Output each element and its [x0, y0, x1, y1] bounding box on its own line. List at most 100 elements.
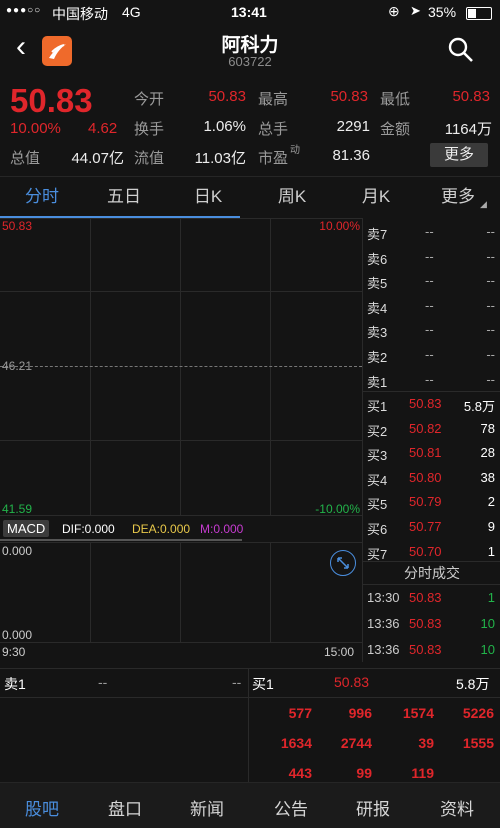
buy-level-label: 买2: [367, 423, 388, 439]
amount-label: 金额: [380, 121, 411, 138]
sell-level-label: 卖1: [367, 374, 388, 390]
buy-row[interactable]: 买7 50.70 1: [363, 540, 500, 564]
tick-volume: 1: [487, 590, 495, 605]
queue-volume: 119: [411, 765, 434, 781]
change-percent: 10.00%: [10, 120, 61, 137]
buy-price: 50.70: [409, 543, 442, 559]
clock: 13:41: [231, 4, 267, 20]
tab-five-day[interactable]: 五日: [82, 177, 166, 217]
sell-row[interactable]: 卖2 -- --: [363, 343, 500, 367]
queue-volume: 39: [418, 735, 434, 751]
dea-value: DEA:0.000: [132, 522, 191, 536]
pct-top-label: 10.00%: [319, 219, 360, 233]
tick-row: 13:30 50.83 1: [363, 586, 500, 610]
tick-row: 13:36 50.83 10: [363, 612, 500, 636]
l2-buy1-price: 50.83: [334, 674, 370, 690]
tab-profile[interactable]: 资料: [422, 795, 492, 820]
tick-price: 50.83: [409, 616, 442, 631]
last-price: 50.83: [10, 82, 93, 119]
macd-bottom-label: 0.000: [2, 628, 33, 642]
quote-panel: 50.83 10.00% 4.62 今开 50.83 最高 50.83 最低 5…: [0, 78, 500, 170]
sell-volume: --: [486, 297, 495, 313]
change-amount: 4.62: [88, 120, 118, 137]
search-icon[interactable]: [447, 36, 475, 69]
sell-row[interactable]: 卖7 -- --: [363, 220, 500, 244]
buy-level-label: 买1: [367, 399, 388, 414]
buy-level-label: 买5: [367, 497, 388, 513]
sell-row[interactable]: 卖3 -- --: [363, 318, 500, 342]
tab-weekly-k[interactable]: 周K: [250, 177, 334, 217]
volume-label: 总手: [258, 121, 289, 138]
tab-more[interactable]: 更多: [416, 177, 500, 217]
bottom-tab-bar: 股吧 盘口 新闻 公告 研报 资料: [0, 782, 500, 828]
macd-chart[interactable]: 0.000 0.000: [0, 542, 362, 644]
turnover-label: 换手: [134, 121, 165, 138]
buy-volume: 38: [480, 469, 495, 485]
sell-row[interactable]: 卖6 -- --: [363, 245, 500, 269]
tab-announcements[interactable]: 公告: [256, 795, 326, 820]
buy-price: 50.79: [409, 494, 442, 510]
y-bottom-label: 41.59: [2, 502, 33, 516]
l2-buy1-label: 买1: [252, 676, 274, 692]
buy-row[interactable]: 买6 50.77 9: [363, 515, 500, 539]
macd-underline: [0, 539, 242, 541]
queue-volume: 443: [288, 765, 312, 781]
sell-price: --: [425, 371, 434, 387]
tab-monthly-k[interactable]: 月K: [334, 177, 418, 217]
sell-row[interactable]: 卖5 -- --: [363, 269, 500, 293]
buy-row[interactable]: 买1 50.83 5.8万: [363, 392, 500, 416]
prev-close-line: [0, 366, 362, 367]
buy-volume: 28: [480, 445, 495, 461]
battery-icon: [466, 7, 492, 20]
buy-volume: 9: [487, 519, 495, 534]
more-button[interactable]: 更多: [430, 143, 488, 167]
ticks-title: 分时成交: [404, 565, 460, 581]
intraday-chart[interactable]: 50.83 46.21 41.59 10.00% -10.00%: [0, 218, 362, 516]
stock-code: 603722: [228, 54, 272, 69]
order-book: 卖7 -- -- 卖6 -- -- 卖5 -- -- 卖4 -- -- 卖3 -…: [362, 218, 500, 662]
buy-level-label: 买3: [367, 448, 388, 464]
sell-volume: --: [486, 248, 495, 264]
tab-forum[interactable]: 股吧: [7, 795, 77, 820]
sell-level-label: 卖4: [367, 300, 388, 316]
queue-volume: 577: [288, 705, 312, 721]
l2-sell1-price: --: [98, 674, 108, 690]
tab-daily-k[interactable]: 日K: [166, 177, 250, 217]
location-icon: ➤: [410, 3, 421, 18]
time-end-label: 15:00: [324, 645, 355, 659]
buy-row[interactable]: 买3 50.81 28: [363, 441, 500, 465]
buy-row[interactable]: 买5 50.79 2: [363, 490, 500, 514]
sell-price: --: [425, 297, 434, 313]
stock-name: 阿科力: [221, 35, 279, 56]
sell-level-label: 卖3: [367, 325, 388, 341]
open-value: 50.83: [208, 88, 246, 105]
l2-divider: [248, 669, 249, 783]
turnover-value: 1.06%: [203, 118, 246, 135]
expand-icon[interactable]: [330, 550, 356, 576]
battery-percent: 35%: [428, 4, 457, 20]
tab-news[interactable]: 新闻: [172, 795, 242, 820]
y-top-label: 50.83: [2, 219, 33, 233]
tick-time: 13:30: [367, 590, 400, 605]
tab-handicap[interactable]: 盘口: [90, 795, 160, 820]
sell-level-label: 卖6: [367, 251, 388, 267]
pe-label: 市盈: [258, 150, 289, 167]
sell-row[interactable]: 卖4 -- --: [363, 294, 500, 318]
amount-value: 1164万: [444, 121, 492, 138]
buy-volume: 78: [480, 420, 495, 436]
tick-price: 50.83: [409, 642, 442, 657]
buy-row[interactable]: 买4 50.80 38: [363, 466, 500, 490]
buy-price: 50.80: [409, 469, 442, 485]
sell-volume: --: [486, 371, 495, 387]
high-value: 50.83: [330, 88, 368, 105]
sell-price: --: [425, 273, 434, 289]
macd-button[interactable]: MACD: [3, 520, 50, 537]
tab-intraday[interactable]: 分时: [0, 177, 84, 217]
tab-research[interactable]: 研报: [338, 795, 408, 820]
queue-volume: 1634: [280, 735, 312, 751]
tick-price: 50.83: [409, 590, 442, 605]
tick-volume: 10: [480, 616, 495, 631]
sell-row[interactable]: 卖1 -- --: [363, 368, 500, 392]
buy-row[interactable]: 买2 50.82 78: [363, 417, 500, 441]
market-cap-value: 44.07亿: [71, 150, 124, 167]
